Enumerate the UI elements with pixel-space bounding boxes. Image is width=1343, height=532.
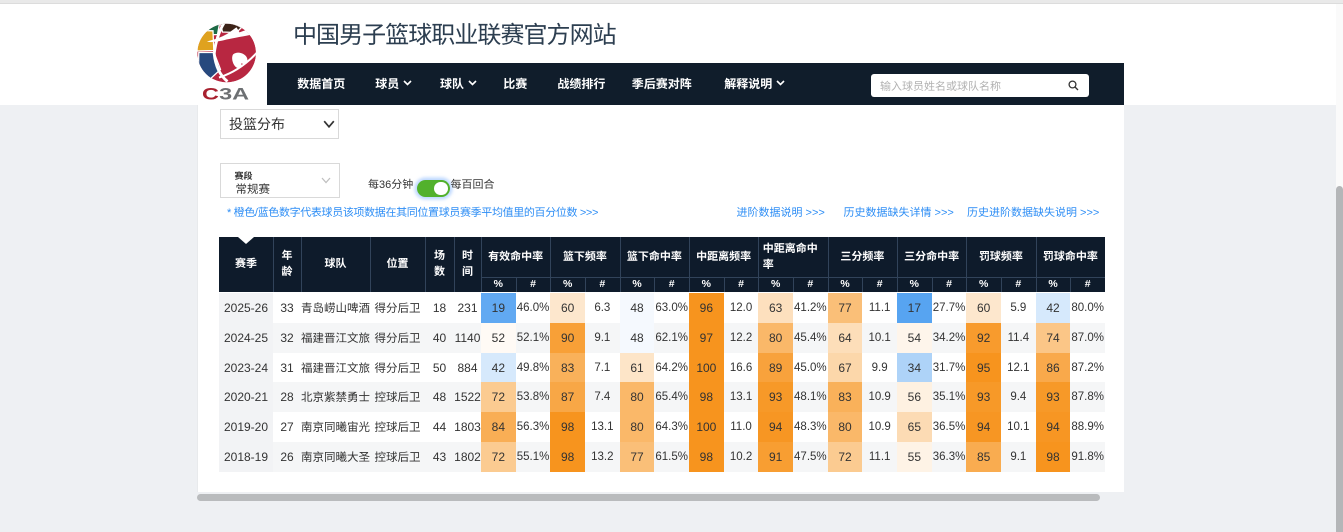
svg-text:3A: 3A bbox=[219, 85, 249, 103]
svg-text:C: C bbox=[202, 85, 219, 103]
